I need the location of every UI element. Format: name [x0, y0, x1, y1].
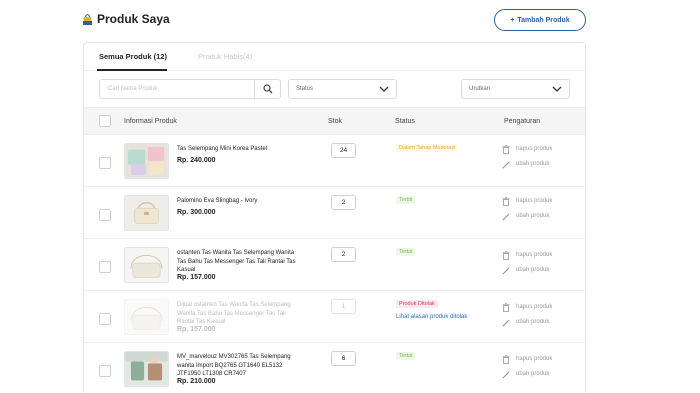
filter-bar: Cari Nama Produk Status Urutkan	[84, 79, 585, 101]
status-badge: Terbit	[396, 196, 416, 204]
edit-product-label: ubah produk	[516, 319, 550, 325]
product-price: Rp. 157.000	[177, 274, 216, 281]
edit-product-button[interactable]: ubah produk	[502, 211, 549, 221]
product-image[interactable]	[124, 195, 169, 231]
stock-input[interactable]: 1	[331, 299, 356, 314]
edit-product-label: ubah produk	[516, 161, 550, 167]
row-checkbox[interactable]	[99, 261, 111, 273]
tab-bar: Semua Produk (12) Produk Habis(4)	[84, 43, 585, 71]
edit-product-button[interactable]: ubah produk	[502, 369, 549, 379]
column-header-actions: Pengaturan	[504, 118, 541, 125]
column-header-stock: Stok	[328, 118, 343, 125]
pencil-icon	[502, 371, 510, 378]
search-field[interactable]: Cari Nama Produk	[99, 79, 281, 99]
product-price: Rp. 300.000	[177, 209, 216, 216]
column-header-info: Informasi Produk	[124, 118, 177, 125]
edit-product-label: ubah produk	[516, 213, 550, 219]
edit-product-label: ubah produk	[516, 267, 550, 273]
row-checkbox[interactable]	[99, 209, 111, 221]
stock-input[interactable]: 2	[331, 195, 356, 210]
sort-dropdown[interactable]: Urutkan	[461, 79, 570, 99]
product-image[interactable]	[124, 247, 169, 283]
delete-product-label: hapus produk	[516, 304, 553, 310]
status-badge: Produk Ditolak	[396, 300, 438, 308]
product-name[interactable]: Tas Selempang Mini Korea Pastel	[177, 145, 302, 154]
delete-product-label: hapus produk	[516, 252, 553, 258]
delete-product-button[interactable]: hapus produk	[502, 250, 552, 260]
edit-product-button[interactable]: ubah produk	[502, 159, 549, 169]
pencil-icon	[502, 213, 510, 220]
product-image[interactable]	[124, 143, 169, 179]
trash-icon	[502, 196, 510, 206]
pencil-icon	[502, 267, 510, 274]
product-price: Rp. 157.000	[177, 326, 216, 333]
trash-icon	[502, 302, 510, 312]
edit-product-label: ubah produk	[516, 371, 550, 377]
stock-input[interactable]: 2	[331, 247, 356, 262]
status-badge: Terbit	[396, 352, 416, 360]
delete-product-label: hapus produk	[516, 146, 553, 152]
table-row: ostanten Tas Wanita Tas Selempang Wanita…	[84, 239, 585, 291]
table-row: Palomino Eva Slingbag - Ivory Rp. 300.00…	[84, 187, 585, 239]
column-header-status: Status	[395, 118, 415, 125]
table-row: Tas Selempang Mini Korea Pastel Rp. 240.…	[84, 135, 585, 187]
search-icon	[262, 84, 272, 94]
shopping-bag-icon	[83, 14, 92, 25]
delete-product-button[interactable]: hapus produk	[502, 196, 552, 206]
active-tab-indicator	[97, 69, 167, 71]
table-row: MV_marvelouz MV302765 Tas Selempang wani…	[84, 343, 585, 393]
rejection-reason-link[interactable]: Lihat alasan produk ditolak	[396, 314, 467, 320]
delete-product-button[interactable]: hapus produk	[502, 144, 552, 154]
add-product-label: Tambah Produk	[517, 16, 570, 24]
select-all-checkbox[interactable]	[99, 115, 111, 127]
table-row: Dijual ostanten Tas Wanita Tas Selempang…	[84, 291, 585, 343]
trash-icon	[502, 250, 510, 260]
stock-input[interactable]: 24	[331, 143, 356, 158]
stock-input[interactable]: 6	[331, 351, 356, 366]
row-checkbox[interactable]	[99, 365, 111, 377]
chevron-down-icon	[552, 86, 562, 92]
product-image[interactable]	[124, 299, 169, 335]
edit-product-button[interactable]: ubah produk	[502, 265, 549, 275]
pencil-icon	[502, 319, 510, 326]
search-placeholder: Cari Nama Produk	[108, 86, 158, 92]
add-product-button[interactable]: + Tambah Produk	[494, 9, 586, 31]
tab-all-products[interactable]: Semua Produk (12)	[99, 52, 167, 61]
row-checkbox[interactable]	[99, 157, 111, 169]
page-title: Produk Saya	[97, 12, 170, 26]
delete-product-label: hapus produk	[516, 356, 553, 362]
pencil-icon	[502, 161, 510, 168]
product-photo	[125, 144, 168, 178]
search-button[interactable]	[254, 80, 280, 98]
product-name[interactable]: Palomino Eva Slingbag - Ivory	[177, 197, 302, 206]
product-card: Semua Produk (12) Produk Habis(4) Cari N…	[83, 42, 586, 393]
sort-dropdown-label: Urutkan	[469, 86, 491, 92]
status-dropdown[interactable]: Status	[288, 79, 397, 99]
status-dropdown-label: Status	[296, 86, 314, 92]
product-name[interactable]: Dijual ostanten Tas Wanita Tas Selempang…	[177, 301, 302, 327]
product-name[interactable]: MV_marvelouz MV302765 Tas Selempang wani…	[177, 353, 302, 379]
product-photo	[125, 352, 168, 386]
chevron-down-icon	[379, 86, 389, 92]
product-name[interactable]: ostanten Tas Wanita Tas Selempang Wanita…	[177, 249, 302, 275]
trash-icon	[502, 144, 510, 154]
trash-icon	[502, 354, 510, 364]
status-badge: Terbit	[396, 248, 416, 256]
page-header: Produk Saya + Tambah Produk	[82, 9, 586, 32]
edit-product-button[interactable]: ubah produk	[502, 317, 549, 327]
product-price: Rp. 240.000	[177, 157, 216, 164]
product-photo	[125, 196, 168, 230]
delete-product-label: hapus produk	[516, 198, 553, 204]
product-photo	[125, 300, 168, 334]
table-header: Informasi Produk Stok Status Pengaturan	[84, 107, 585, 135]
row-checkbox[interactable]	[99, 313, 111, 325]
product-price: Rp. 210.000	[177, 378, 216, 385]
product-photo	[125, 248, 168, 282]
tab-out-of-stock[interactable]: Produk Habis(4)	[198, 52, 252, 61]
delete-product-button[interactable]: hapus produk	[502, 302, 552, 312]
status-badge: Dalam Tahap Moderasi	[396, 144, 459, 152]
product-image[interactable]	[124, 351, 169, 387]
plus-icon: +	[510, 16, 515, 24]
delete-product-button[interactable]: hapus produk	[502, 354, 552, 364]
